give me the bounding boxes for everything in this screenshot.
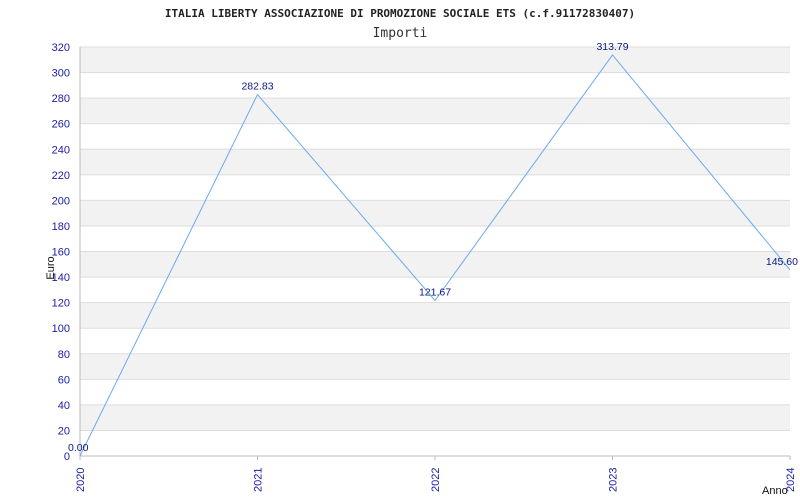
- data-label: 121.67: [419, 286, 451, 298]
- grid-band: [80, 123, 790, 150]
- data-label: 145.60: [766, 256, 798, 268]
- grid-band: [80, 149, 790, 175]
- chart-subtitle: Importi: [373, 26, 428, 41]
- x-axis-label: Anno: [762, 485, 788, 497]
- grid-band: [80, 47, 790, 73]
- x-tick-label: 2023: [608, 468, 620, 492]
- y-tick-labels: 0204060801001201401601802002202402602803…: [52, 42, 70, 463]
- y-tick-label: 240: [52, 144, 70, 156]
- grid-band: [80, 328, 790, 354]
- grid-band: [80, 353, 790, 380]
- y-tick-label: 120: [52, 298, 70, 310]
- x-tick-label: 2020: [75, 468, 87, 492]
- grid-band: [80, 302, 790, 329]
- y-tick-label: 200: [52, 195, 70, 207]
- y-tick-label: 100: [52, 323, 70, 335]
- y-axis-label: Euro: [45, 256, 57, 279]
- x-tick-labels: 2020 2021 2022 2023 2024: [75, 456, 797, 492]
- data-label: 282.83: [241, 81, 273, 93]
- grid-band: [80, 251, 790, 278]
- line-chart: 0204060801001201401601802002202402602803…: [45, 7, 798, 497]
- y-tick-label: 280: [52, 93, 70, 105]
- grid-band: [80, 72, 790, 99]
- x-tick-label: 2022: [430, 468, 442, 492]
- grid-band: [80, 430, 790, 456]
- data-label: 0.00: [68, 442, 89, 454]
- chart-title: ITALIA LIBERTY ASSOCIAZIONE DI PROMOZION…: [165, 7, 635, 20]
- grid-band: [80, 98, 790, 124]
- y-tick-label: 40: [58, 400, 70, 412]
- y-tick-label: 300: [52, 68, 70, 80]
- y-tick-label: 320: [52, 42, 70, 54]
- grid-band: [80, 404, 790, 431]
- grid-band: [80, 174, 790, 201]
- y-tick-label: 220: [52, 170, 70, 182]
- data-label: 313.79: [596, 41, 628, 53]
- grid-band: [80, 200, 790, 226]
- x-tick-label: 2021: [253, 468, 265, 492]
- y-tick-label: 180: [52, 221, 70, 233]
- y-tick-label: 260: [52, 119, 70, 131]
- grid-band: [80, 379, 790, 405]
- y-tick-label: 80: [58, 349, 70, 361]
- y-tick-label: 60: [58, 374, 70, 386]
- y-tick-label: 20: [58, 425, 70, 437]
